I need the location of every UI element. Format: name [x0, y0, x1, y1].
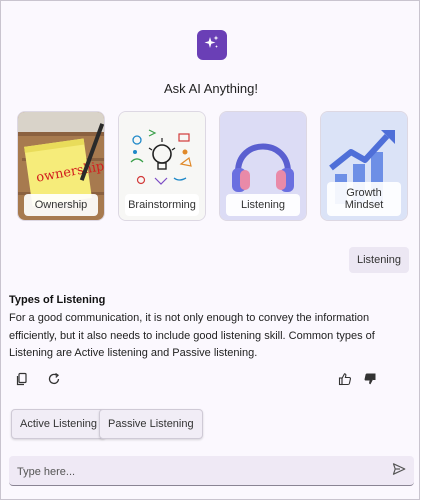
like-button[interactable] [336, 372, 354, 390]
chat-window: Ask AI Anything! ownership Ownership Bra… [0, 0, 420, 500]
ai-logo [197, 30, 227, 60]
suggestion-card-label: Brainstorming [125, 194, 199, 216]
page-title: Ask AI Anything! [164, 81, 258, 96]
dislike-button[interactable] [361, 372, 379, 390]
suggestion-card-label: Growth Mindset [327, 182, 401, 216]
sparkle-icon [203, 34, 221, 57]
user-message-bubble: Listening [348, 247, 409, 273]
suggestion-card-growth-mindset[interactable]: Growth Mindset [320, 111, 408, 221]
message-input-box [9, 456, 414, 487]
send-button[interactable] [390, 462, 408, 480]
followup-chip-active-listening[interactable]: Active Listening [11, 409, 107, 439]
refresh-icon [47, 372, 61, 391]
suggestion-card-listening[interactable]: Listening [219, 111, 307, 221]
regenerate-button[interactable] [45, 372, 63, 390]
suggestion-card-label: Listening [226, 194, 300, 216]
thumbs-down-icon [363, 372, 377, 391]
followup-chip-passive-listening[interactable]: Passive Listening [99, 409, 203, 439]
copy-button[interactable] [13, 372, 31, 390]
thumbs-up-icon [338, 372, 352, 391]
suggestion-card-brainstorming[interactable]: Brainstorming [118, 111, 206, 221]
message-input[interactable] [15, 456, 379, 487]
copy-icon [15, 372, 29, 391]
suggestion-card-label: Ownership [24, 194, 98, 216]
suggestion-card-ownership[interactable]: ownership Ownership [17, 111, 105, 221]
response-text: For a good communication, it is not only… [9, 312, 375, 359]
response-title: Types of Listening [9, 294, 106, 306]
send-icon [392, 462, 406, 481]
